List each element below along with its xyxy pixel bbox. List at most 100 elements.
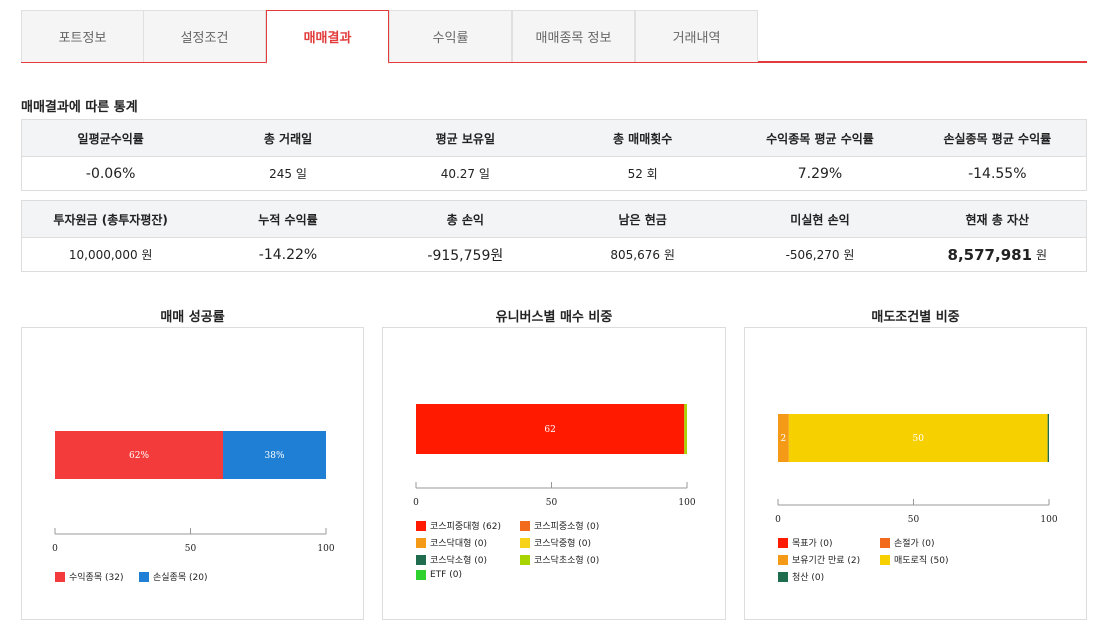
legend-item-2[interactable]: 보유기간 만료 (2) (778, 553, 860, 566)
legend-item-0[interactable]: 수익종목 (32) (55, 570, 123, 583)
legend-label: 손절가 (0) (894, 539, 935, 549)
legend-swatch (880, 537, 890, 548)
tab-portfolio-info[interactable]: 포트정보 (21, 10, 144, 62)
bar-segment-5 (684, 404, 687, 454)
value-total-trades: 52 회 (627, 167, 658, 181)
tab-settings[interactable]: 설정조건 (143, 10, 266, 62)
header-unrealized-pnl: 미실현 손익 (790, 212, 850, 227)
chart-success-rate: 62% 38% 0 50 100 수익종목 (32) 손실종목 (20) (21, 327, 364, 620)
header-total-assets: 현재 총 자산 (965, 212, 1030, 227)
header-total-trading-days: 총 거래일 (263, 131, 313, 146)
x-tick-label-2: 100 (678, 498, 695, 508)
header-principal: 투자원금 (총투자평잔) (53, 212, 168, 227)
legend-label: 코스피중대형 (62) (430, 522, 502, 532)
value-total-assets: 8,577,981 원 (909, 238, 1086, 271)
chart-universe-buy-ratio: 62 0 50 100 코스피중대형 (62) 코스피중소형 (0) 코스닥대형 (0) 코스… (382, 327, 726, 620)
legend-item-1[interactable]: 손실종목 (20) (139, 570, 207, 583)
legend-label: 수익종목 (32) (69, 573, 124, 583)
legend-item-2[interactable]: 코스닥대형 (0) (416, 536, 487, 549)
legend-item-4[interactable]: 코스닥소형 (0) (416, 553, 487, 566)
legend-item-1[interactable]: 손절가 (0) (880, 536, 934, 549)
legend-item-6[interactable]: ETF (0) (416, 570, 462, 580)
legend-label: ETF (0) (430, 570, 462, 580)
value-unrealized-pnl: -506,270 원 (785, 248, 855, 262)
legend-swatch (520, 554, 530, 565)
tab-traded-stocks[interactable]: 매매종목 정보 (512, 10, 635, 62)
legend-swatch (416, 554, 426, 565)
stats-table-2: 투자원금 (총투자평잔) 누적 수익률 총 손익 남은 현금 미실현 손익 현재… (21, 200, 1087, 272)
bar-label-0: 62 (544, 425, 555, 435)
legend-label: 목표가 (0) (792, 539, 833, 549)
x-tick-label-1: 50 (185, 544, 197, 554)
bar-label-3: 50 (913, 434, 925, 444)
legend-swatch (416, 570, 426, 580)
header-total-pnl: 총 손익 (446, 212, 484, 227)
legend-item-5[interactable]: 코스닥초소형 (0) (520, 553, 599, 566)
chart-sell-condition-ratio: 2 50 0 50 100 목표가 (0) 손절가 (0) 보유기간 만료 (2) 매도로직 (… (744, 327, 1087, 620)
x-tick-label-2: 100 (1040, 515, 1057, 525)
legend-label: 매도로직 (50) (894, 556, 949, 566)
header-win-avg-return: 수익종목 평균 수익률 (766, 131, 874, 146)
header-avg-holding-days: 평균 보유일 (435, 131, 496, 146)
value-avg-holding-days: 40.27 일 (440, 167, 490, 181)
legend-item-1[interactable]: 코스피중소형 (0) (520, 519, 599, 532)
bar-label-2: 2 (781, 434, 787, 444)
legend-swatch (520, 520, 530, 531)
legend-swatch (778, 554, 788, 565)
value-remaining-cash: 805,676 원 (610, 248, 675, 262)
legend-label: 코스닥초소형 (0) (534, 556, 600, 566)
value-principal: 10,000,000 원 (68, 248, 153, 262)
header-remaining-cash: 남은 현금 (618, 212, 667, 227)
chart-title-universe: 유니버스별 매수 비중 (495, 310, 613, 325)
value-loss-avg-return: -14.55% (968, 165, 1027, 182)
legend-swatch (416, 520, 426, 531)
total-assets-amount: 8,577,981 (947, 245, 1033, 264)
bar-label-0: 62% (129, 451, 149, 461)
legend-label: 손실종목 (20) (153, 573, 208, 583)
legend-label: 코스닥소형 (0) (430, 556, 488, 566)
legend-label: 코스피중소형 (0) (534, 522, 600, 532)
legend-item-0[interactable]: 코스피중대형 (62) (416, 519, 501, 532)
tab-bar: 포트정보 설정조건 매매결과 수익률 매매종목 정보 거래내역 (21, 10, 1087, 64)
stats-table-1: 일평균수익률 총 거래일 평균 보유일 총 매매횟수 수익종목 평균 수익률 손… (21, 119, 1087, 191)
x-tick-label-1: 50 (908, 515, 920, 525)
value-daily-avg-return: -0.06% (85, 165, 136, 182)
legend-label: 코스닥중형 (0) (534, 539, 592, 549)
legend-swatch (520, 537, 530, 548)
value-win-avg-return: 7.29% (797, 165, 843, 182)
section-title: 매매결과에 따른 통계 (21, 100, 138, 115)
bar-segment-4 (1047, 414, 1049, 462)
value-total-trading-days: 245 일 (269, 167, 307, 181)
tab-trade-history[interactable]: 거래내역 (635, 10, 758, 62)
x-tick-label-0: 0 (413, 498, 419, 508)
header-total-trades: 총 매매횟수 (612, 131, 673, 146)
legend-item-3[interactable]: 코스닥중형 (0) (520, 536, 591, 549)
legend-item-3[interactable]: 매도로직 (50) (880, 553, 948, 566)
value-cumulative-return: -14.22% (258, 246, 318, 263)
value-total-pnl: -915,759원 (427, 247, 504, 264)
legend-label: 청산 (0) (792, 573, 825, 583)
legend-swatch (778, 537, 788, 548)
legend-swatch (778, 571, 788, 582)
legend-swatch (55, 571, 65, 582)
legend-item-4[interactable]: 청산 (0) (778, 570, 824, 583)
legend-swatch (416, 537, 426, 548)
legend-label: 코스닥대형 (0) (430, 539, 488, 549)
legend-swatch (880, 554, 890, 565)
tab-trade-results[interactable]: 매매결과 (266, 10, 389, 64)
header-cumulative-return: 누적 수익률 (258, 212, 318, 227)
x-tick-label-0: 0 (775, 515, 781, 525)
chart-title-success-rate: 매매 성공률 (160, 310, 225, 325)
chart-title-sell-condition: 매도조건별 비중 (871, 310, 960, 325)
x-tick-label-0: 0 (52, 544, 58, 554)
legend-label: 보유기간 만료 (2) (792, 556, 861, 566)
bar-label-1: 38% (265, 451, 285, 461)
x-tick-label-2: 100 (317, 544, 334, 554)
tab-returns[interactable]: 수익률 (389, 10, 512, 62)
x-tick-label-1: 50 (546, 498, 558, 508)
legend-swatch (139, 571, 149, 582)
header-daily-avg-return: 일평균수익률 (77, 131, 144, 146)
legend-item-0[interactable]: 목표가 (0) (778, 536, 832, 549)
header-loss-avg-return: 손실종목 평균 수익률 (943, 131, 1052, 146)
total-assets-unit: 원 (1036, 248, 1048, 262)
